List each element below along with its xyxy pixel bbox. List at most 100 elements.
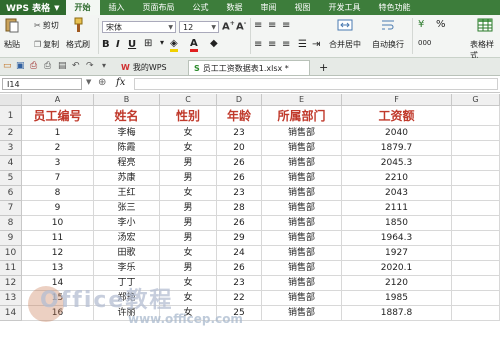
border-icon[interactable]: ⊞ [144,38,152,49]
name-box[interactable]: I14 [2,78,82,90]
empty-cell[interactable] [452,306,500,321]
table-cell[interactable]: 销售部 [262,276,342,291]
row-header[interactable]: 4 [0,156,22,171]
select-all-corner[interactable] [0,94,22,106]
copy-button[interactable]: ❐ 复制 [34,39,59,50]
table-cell[interactable]: 王红 [94,186,160,201]
column-header-g[interactable]: G [452,94,500,106]
wrap-text-button[interactable]: 自动换行 [372,17,404,50]
table-cell[interactable]: 25 [217,306,262,321]
table-cell[interactable]: 男 [160,231,217,246]
table-cell[interactable]: 丁丁 [94,276,160,291]
cut-button[interactable]: ✂ 剪切 [34,20,59,31]
table-cell[interactable]: 11 [22,231,94,246]
table-cell[interactable]: 女 [160,126,217,141]
empty-cell[interactable] [452,201,500,216]
table-cell[interactable]: 1964.3 [342,231,452,246]
chevron-down-icon[interactable]: ▾ [160,38,164,47]
table-cell[interactable]: 男 [160,216,217,231]
table-cell[interactable]: 13 [22,261,94,276]
tab-insert[interactable]: 插入 [100,0,134,15]
table-cell[interactable]: 女 [160,246,217,261]
table-cell[interactable]: 销售部 [262,126,342,141]
redo-icon[interactable]: ↷ [86,61,96,71]
table-cell[interactable]: 2111 [342,201,452,216]
table-cell[interactable]: 9 [22,201,94,216]
table-cell[interactable]: 女 [160,276,217,291]
tab-page-layout[interactable]: 页面布局 [134,0,184,15]
table-cell[interactable]: 女 [160,291,217,306]
empty-cell[interactable] [452,276,500,291]
empty-cell[interactable] [452,186,500,201]
italic-icon[interactable]: I [116,39,120,50]
row-header[interactable]: 6 [0,186,22,201]
table-cell[interactable]: 苏康 [94,171,160,186]
table-cell[interactable]: 1879.7 [342,141,452,156]
align-right-icon[interactable]: ≡ [282,39,290,50]
table-cell[interactable]: 程亮 [94,156,160,171]
fill-color-icon[interactable]: ◈ [170,38,178,52]
table-cell[interactable]: 20 [217,141,262,156]
table-cell[interactable]: 2040 [342,126,452,141]
column-header-a[interactable]: A [22,94,94,106]
tab-developer[interactable]: 开发工具 [320,0,370,15]
column-header-e[interactable]: E [262,94,342,106]
percent-button[interactable]: % [436,19,446,30]
tab-review[interactable]: 审阅 [252,0,286,15]
empty-cell[interactable] [452,141,500,156]
table-cell[interactable]: 24 [217,246,262,261]
format-painter-button[interactable]: 格式刷 [66,17,90,50]
table-style-button[interactable]: 表格样式 [470,17,500,61]
table-cell[interactable]: 26 [217,156,262,171]
font-name-select[interactable]: 宋体 ▼ [102,21,176,33]
table-cell[interactable]: 郑艳 [94,291,160,306]
tab-data[interactable]: 数据 [218,0,252,15]
align-top-icon[interactable]: ≡ [254,20,262,31]
table-cell[interactable]: 张三 [94,201,160,216]
table-cell[interactable]: 许丽 [94,306,160,321]
new-tab-button[interactable]: + [314,60,333,75]
customize-quick-access-icon[interactable]: ▾ [102,61,112,71]
doc-tab-spreadsheet[interactable]: S 员工工资数据表1.xlsx * [188,60,310,75]
table-cell[interactable]: 23 [217,186,262,201]
column-header-b[interactable]: B [94,94,160,106]
grow-font-icon[interactable]: A+ [222,20,235,32]
row-header[interactable]: 9 [0,231,22,246]
table-cell[interactable]: 1927 [342,246,452,261]
app-menu-button[interactable]: WPS 表格 ▼ [0,0,66,15]
table-cell[interactable]: 销售部 [262,141,342,156]
table-cell[interactable]: 汤宏 [94,231,160,246]
table-cell[interactable]: 14 [22,276,94,291]
table-cell[interactable]: 销售部 [262,171,342,186]
table-cell[interactable]: 23 [217,276,262,291]
empty-cell[interactable] [452,171,500,186]
row-header[interactable]: 12 [0,276,22,291]
table-cell[interactable]: 2020.1 [342,261,452,276]
table-cell[interactable]: 销售部 [262,246,342,261]
undo-icon[interactable]: ↶ [72,61,82,71]
underline-icon[interactable]: U [128,39,136,50]
table-cell[interactable]: 2210 [342,171,452,186]
row-header[interactable]: 3 [0,141,22,156]
bold-icon[interactable]: B [102,39,110,50]
merge-center-button[interactable]: 合并居中 [329,17,361,50]
column-header-c[interactable]: C [160,94,217,106]
table-cell[interactable]: 29 [217,231,262,246]
row-header[interactable]: 5 [0,171,22,186]
table-cell[interactable]: 女 [160,186,217,201]
table-cell[interactable]: 26 [217,171,262,186]
empty-cell[interactable] [452,231,500,246]
print-icon[interactable]: ⎙ [44,61,54,71]
chevron-down-icon[interactable]: ▼ [86,78,91,86]
tab-view[interactable]: 视图 [286,0,320,15]
table-cell[interactable]: 26 [217,261,262,276]
row-header[interactable]: 11 [0,261,22,276]
column-header-f[interactable]: F [342,94,452,106]
table-cell[interactable]: 15 [22,291,94,306]
header-cell[interactable]: 员工编号 [22,106,94,126]
tab-special-features[interactable]: 特色功能 [370,0,420,15]
header-cell[interactable]: 工资额 [342,106,452,126]
paste-button[interactable]: 粘贴 [4,17,20,50]
row-header[interactable]: 10 [0,246,22,261]
save-icon[interactable]: ▣ [16,61,26,71]
